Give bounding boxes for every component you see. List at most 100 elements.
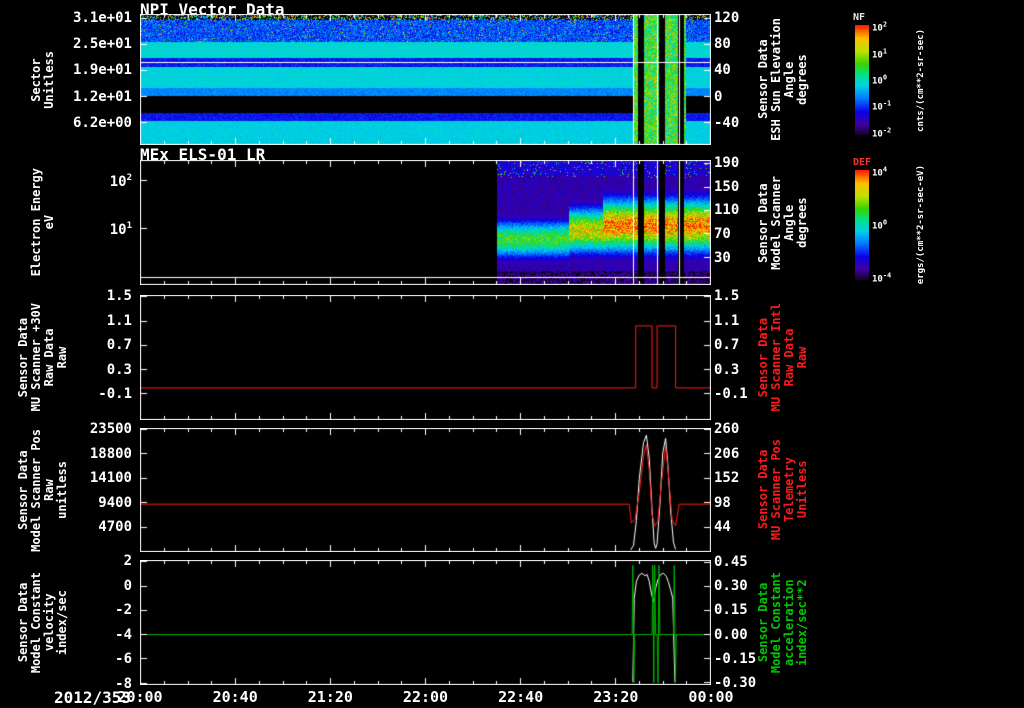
- plot-page: NPI Vector Data MEx ELS-01 LR SectorUnit…: [0, 0, 1024, 708]
- x-tick-label: 20:00: [117, 688, 162, 706]
- left-axis-label-line: index/sec: [56, 572, 69, 673]
- mu30v-left-ticks: 1.51.10.70.3-0.1: [74, 295, 134, 420]
- y-tick-label: 120: [714, 11, 739, 25]
- y-tick-label: 2: [124, 554, 132, 568]
- y-tick-label: 30: [714, 251, 731, 265]
- mu30v-line-plot-canvas: [140, 295, 711, 420]
- colorbar-tick-label: 104: [872, 166, 887, 179]
- y-tick-label: 0.3: [714, 363, 739, 377]
- y-tick-label: 1.2e+01: [73, 90, 132, 104]
- exponent: 0: [883, 219, 887, 227]
- right-axis-label-line: Unitless: [796, 439, 809, 540]
- colorbar-def-gradient: [855, 170, 869, 280]
- y-tick-label: -40: [714, 116, 739, 130]
- y-tick-label: 1.5: [714, 289, 739, 303]
- scanpos-right-axis-label-text: Sensor DataMU Scanner PosTelemetryUnitle…: [757, 439, 809, 540]
- y-tick-label: 14100: [90, 471, 132, 485]
- y-tick-label: 4700: [98, 520, 132, 534]
- colorbar-nf-units-text: cnts/(cm**2-sr-sec): [916, 29, 926, 132]
- y-tick-label: 0.3: [107, 363, 132, 377]
- y-tick-label: 0.15: [714, 603, 748, 617]
- x-tick-label: 20:40: [213, 688, 258, 706]
- y-tick-label: -0.1: [714, 387, 748, 401]
- colorbar-tick-label: 102: [872, 21, 887, 34]
- colorbar-tick-label: 101: [872, 47, 887, 60]
- y-tick-label: 2.5e+01: [73, 37, 132, 51]
- y-tick-label: 0.45: [714, 555, 748, 569]
- y-tick-label: 152: [714, 471, 739, 485]
- y-tick-label: 0: [124, 579, 132, 593]
- x-tick-label: 22:40: [498, 688, 543, 706]
- y-tick-label: 150: [714, 180, 739, 194]
- npi-left-axis-label: SectorUnitless: [14, 14, 72, 145]
- y-tick-label: 40: [714, 63, 731, 77]
- scanpos-left-axis-label-text: Sensor DataModel Scanner PosRawunitless: [17, 429, 69, 552]
- y-tick-label: 98: [714, 496, 731, 510]
- y-tick-label: 44: [714, 520, 731, 534]
- y-tick-label: 0.7: [107, 338, 132, 352]
- colorbar-def-title: DEF: [853, 157, 871, 168]
- scanpos-line-plot-canvas: [140, 428, 711, 552]
- y-tick-label: 18800: [90, 447, 132, 461]
- scanpos-left-axis-label: Sensor DataModel Scanner PosRawunitless: [14, 428, 72, 552]
- y-tick-label: 3.1e+01: [73, 11, 132, 25]
- y-tick-label: -2: [115, 603, 132, 617]
- x-axis-tick-labels: 20:00 20:40 21:20 22:00 22:40 23:20 00:00: [0, 688, 1024, 708]
- y-tick-label: 260: [714, 422, 739, 436]
- colorbar-def-units: ergs/(cm**2-sr-sec-eV): [912, 165, 930, 285]
- y-tick-label: 110: [714, 203, 739, 217]
- x-tick-label: 00:00: [688, 688, 733, 706]
- y-tick-label: -4: [115, 628, 132, 642]
- y-tick-label: 0.00: [714, 628, 748, 642]
- y-tick-label: 70: [714, 227, 731, 241]
- right-axis-label-line: degrees: [796, 176, 809, 270]
- colorbar-nf-title: NF: [853, 12, 865, 23]
- colorbar-tick-label: 100: [872, 74, 887, 87]
- y-tick-label: 0: [714, 90, 722, 104]
- x-tick-label: 21:20: [308, 688, 353, 706]
- x-tick-label: 23:20: [593, 688, 638, 706]
- y-tick-label: 1.1: [107, 314, 132, 328]
- colorbar-tick-label: 10-4: [872, 271, 891, 284]
- y-tick-label: 0.7: [714, 338, 739, 352]
- els-left-ticks: 102 101: [74, 160, 134, 285]
- y-tick-label: 102: [110, 171, 132, 189]
- colorbar-tick-label: 10-1: [872, 100, 891, 113]
- colorbar-nf-ticks: 10210110010-110-2: [872, 25, 912, 135]
- y-tick-label: 1.5: [107, 289, 132, 303]
- y-tick-label: 190: [714, 156, 739, 170]
- y-tick-label: 206: [714, 447, 739, 461]
- colorbar-nf-units: cnts/(cm**2-sr-sec): [912, 20, 930, 140]
- y-tick-label: -0.15: [714, 652, 756, 666]
- y-tick-label: 1.1: [714, 314, 739, 328]
- left-axis-label-line: eV: [43, 168, 56, 276]
- y-tick-label: 101: [110, 219, 132, 237]
- y-tick-label: -0.1: [98, 387, 132, 401]
- x-tick-label: 22:00: [403, 688, 448, 706]
- modelconst-right-axis-label-text: Sensor DataModel Constantaccelerationind…: [757, 572, 809, 673]
- colorbar-tick-label: 10-2: [872, 126, 891, 139]
- exponent: 2: [127, 173, 132, 183]
- y-tick-label: 23500: [90, 422, 132, 436]
- right-axis-label-line: degrees: [796, 18, 809, 141]
- els-right-axis-label-text: Sensor DataModel ScannerAngledegrees: [757, 176, 809, 270]
- modelconst-left-ticks: 20-2-4-6-8: [74, 560, 134, 685]
- npi-left-ticks: 3.1e+012.5e+011.9e+011.2e+016.2e+00: [74, 14, 134, 145]
- left-axis-label-line: Raw: [56, 303, 69, 411]
- colorbar-tick-label: 100: [872, 219, 887, 232]
- mu30v-right-axis-label-text: Sensor DataMU Scanner IntlRaw DataRaw: [757, 303, 809, 411]
- left-axis-label-line: Unitless: [43, 51, 56, 109]
- modelconst-right-axis-label: Sensor DataModel Constantaccelerationind…: [752, 560, 814, 685]
- y-tick-label: 1.9e+01: [73, 63, 132, 77]
- exponent: 4: [883, 166, 887, 174]
- y-tick-label: -6: [115, 652, 132, 666]
- els-left-axis-label: Electron EnergyeV: [14, 160, 72, 285]
- exponent: 0: [883, 74, 887, 82]
- exponent: -2: [883, 126, 891, 134]
- y-tick-label: 9400: [98, 496, 132, 510]
- npi-spectrogram-canvas: [140, 14, 711, 145]
- exponent: 2: [883, 21, 887, 29]
- els-spectrogram-canvas: [140, 160, 711, 285]
- npi-right-axis-label-text: Sensor DataESH Sun ElevationAngledegrees: [757, 18, 809, 141]
- right-axis-label-line: index/sec**2: [796, 572, 809, 673]
